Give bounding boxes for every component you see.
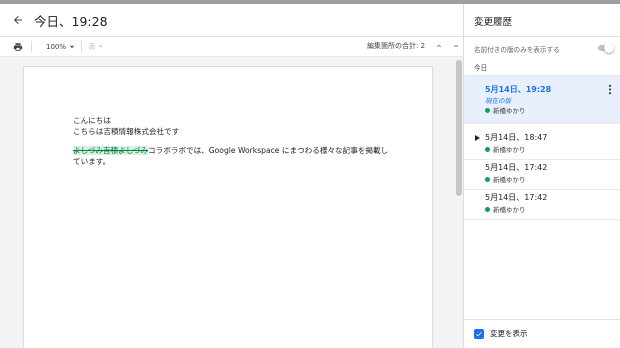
author-name: 新橋ゆかり — [493, 176, 526, 184]
author-name: 新橋ゆかり — [493, 146, 526, 154]
document-canvas: こんにちは こちらは吉積情報株式会社です よしづみ吉積よしづみコラボラボでは、G… — [0, 57, 463, 348]
show-changes-checkbox[interactable]: 変更を表示 — [474, 328, 528, 339]
previous-edit-button[interactable] — [433, 40, 445, 52]
section-label-today: 今日 — [474, 64, 488, 72]
caret-right-icon — [474, 135, 480, 141]
document-page[interactable]: こんにちは こちらは吉積情報株式会社です よしづみ吉積よしづみコラボラボでは、G… — [23, 66, 433, 348]
doc-line-3-text: コラボラボでは、Google Workspace にまつわる様々な記事を掲載し — [148, 146, 389, 155]
named-versions-text: 名前付きの版のみを表示する — [474, 46, 560, 54]
doc-line-2: こちらは吉積情報株式会社です — [73, 127, 180, 136]
style-value: あ — [88, 42, 97, 51]
back-button[interactable] — [7, 9, 29, 31]
panel-title: 変更履歴 — [474, 17, 513, 28]
version-author: 新橋ゆかり — [485, 144, 526, 154]
version-date: 5月14日、19:28 — [485, 85, 552, 94]
show-changes-label: 変更を表示 — [490, 329, 528, 338]
doc-line-3: よしづみ吉積よしづみコラボラボでは、Google Workspace にまつわる… — [73, 145, 388, 156]
style-select[interactable]: あ — [88, 41, 103, 52]
checkbox-checked-icon — [474, 328, 484, 339]
tracked-insertion: よしづみ吉積よしづみ — [73, 146, 149, 155]
author-name: 新橋ゆかり — [493, 107, 526, 115]
toggle-knob — [604, 43, 614, 53]
named-versions-toggle[interactable] — [596, 42, 614, 54]
page-title: 今日、19:28 — [34, 13, 108, 29]
version-author: 新橋ゆかり — [485, 204, 526, 214]
version-item[interactable]: 5月14日、17:42 新橋ゆかり — [464, 184, 620, 220]
doc-line-4: ています。 — [73, 157, 111, 166]
print-icon — [13, 42, 23, 51]
named-versions-label: 名前付きの版のみを表示する — [474, 42, 614, 56]
chevron-down-icon — [69, 45, 75, 48]
author-color-dot — [485, 206, 490, 212]
version-item[interactable]: 5月14日、19:28 現在の版 新橋ゆかり — [464, 76, 620, 124]
next-edit-button[interactable] — [450, 40, 462, 52]
version-author: 新橋ゆかり — [485, 105, 526, 115]
version-date: 5月14日、18:47 — [485, 133, 548, 142]
author-color-dot — [485, 146, 490, 152]
divider — [464, 319, 620, 320]
zoom-value: 100% — [46, 42, 67, 51]
print-button[interactable] — [11, 40, 25, 54]
more-actions-button[interactable] — [606, 82, 614, 96]
author-color-dot — [485, 176, 490, 182]
current-version-label: 現在の版 — [485, 97, 511, 105]
chevron-up-icon — [437, 44, 441, 48]
scrollbar-thumb[interactable] — [456, 60, 462, 196]
chevron-down-icon — [98, 45, 103, 48]
divider — [464, 36, 620, 37]
toolbar-divider — [31, 41, 32, 52]
header-bar: 今日、19:28 — [0, 4, 463, 37]
zoom-select[interactable]: 100% — [46, 43, 75, 51]
version-date: 5月14日、17:42 — [485, 193, 548, 202]
version-date: 5月14日、17:42 — [485, 163, 548, 172]
expand-version-button[interactable] — [473, 134, 481, 142]
author-color-dot — [485, 107, 490, 113]
chevron-down-icon — [454, 44, 458, 48]
more-vert-icon — [608, 84, 612, 94]
version-author: 新橋ゆかり — [485, 174, 526, 184]
author-name: 新橋ゆかり — [493, 206, 526, 214]
toolbar: 100% あ 編集箇所の合計: 2 — [0, 37, 463, 57]
arrow-back-icon — [14, 16, 22, 24]
edit-count: 編集箇所の合計: 2 — [367, 42, 426, 50]
toolbar-divider — [81, 41, 83, 52]
version-history-panel: 変更履歴 名前付きの版のみを表示する 今日 5月14日、19:28 現在の版 新… — [463, 4, 620, 348]
doc-line-1: こんにちは — [73, 116, 111, 125]
